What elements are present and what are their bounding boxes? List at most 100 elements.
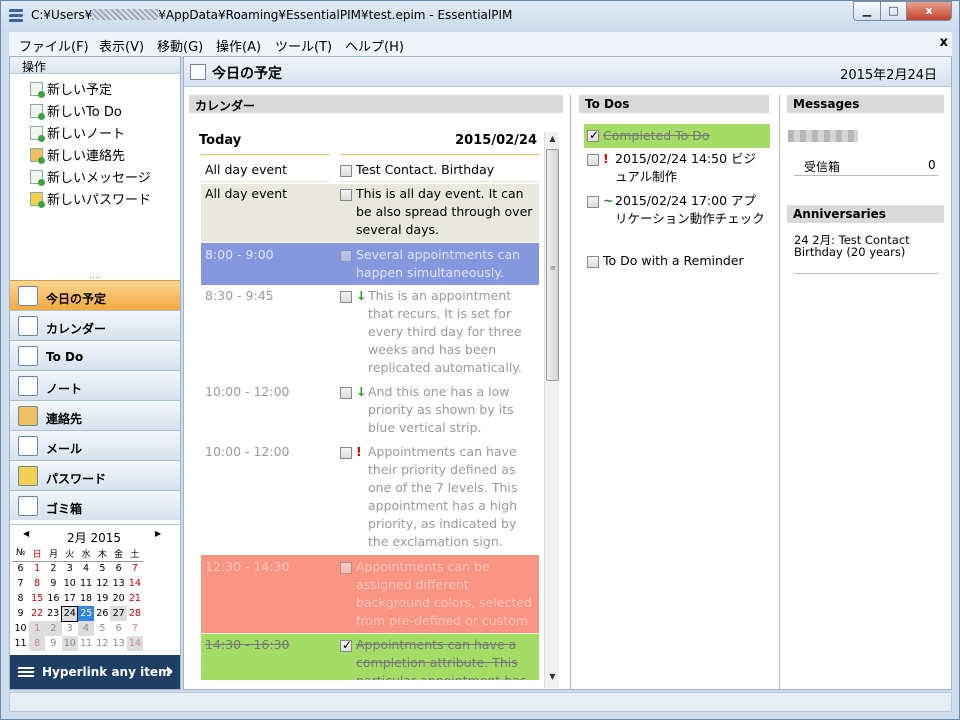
day-cell[interactable]: 14: [127, 576, 143, 591]
day-cell-selected[interactable]: 25: [77, 606, 95, 621]
day-cell-next-month[interactable]: 2: [45, 621, 62, 636]
hyperlink-button[interactable]: Hyperlink any item ›: [10, 655, 180, 689]
close-document-button[interactable]: x: [940, 35, 948, 50]
event-checkbox[interactable]: [340, 165, 352, 177]
calendar-event[interactable]: 8:00 - 9:00 Several appointments can hap…: [201, 243, 539, 285]
day-cell-next-month[interactable]: 7: [127, 621, 143, 636]
day-cell[interactable]: 16: [45, 591, 61, 606]
calendar-pane-header[interactable]: カレンダー: [189, 95, 563, 113]
day-cell[interactable]: 12: [94, 576, 110, 591]
prev-month-button[interactable]: ◀: [23, 529, 29, 538]
day-cell[interactable]: 18: [78, 591, 94, 606]
todo-item[interactable]: Completed To Do: [584, 124, 770, 148]
scroll-up-arrow-icon[interactable]: ▲: [545, 134, 560, 148]
day-cell[interactable]: 8: [29, 576, 45, 591]
day-cell[interactable]: 13: [110, 576, 126, 591]
menu-view[interactable]: 表示(V): [99, 36, 144, 55]
event-checkbox[interactable]: [340, 291, 352, 303]
day-cell[interactable]: 27: [110, 606, 127, 621]
calendar-scrollbar[interactable]: ▲ ≡ ▼: [544, 132, 559, 688]
messages-pane-header[interactable]: Messages: [787, 95, 944, 113]
calendar-event[interactable]: 10:00 - 12:00 ! Appointments can have th…: [201, 443, 539, 553]
nav-passwords[interactable]: パスワード: [10, 460, 180, 490]
menu-tools[interactable]: ツール(T): [275, 36, 332, 55]
new-password-action[interactable]: 新しいパスワード: [30, 189, 151, 209]
calendar-event[interactable]: All day event Test Contact. Birthday: [201, 161, 539, 183]
calendar-event[interactable]: 14:30 - 16:30 Appointments can have a co…: [201, 634, 539, 680]
event-checkbox[interactable]: [340, 562, 352, 574]
calendar-event[interactable]: 12:30 - 14:30 Appointments can be assign…: [201, 555, 539, 633]
event-checkbox[interactable]: [340, 387, 352, 399]
inbox-link[interactable]: 受信箱: [804, 158, 840, 175]
todos-pane-header[interactable]: To Dos: [579, 95, 769, 113]
day-cell-next-month[interactable]: 13: [110, 636, 126, 651]
day-cell[interactable]: 21: [127, 591, 143, 606]
nav-mail[interactable]: メール: [10, 430, 180, 460]
calendar-event[interactable]: 10:00 - 12:00 ↓ And this one has a low p…: [201, 383, 539, 439]
todo-item[interactable]: To Do with a Reminder: [584, 252, 770, 272]
anniversaries-header[interactable]: Anniversaries: [787, 205, 944, 223]
nav-contacts[interactable]: 連絡先: [10, 400, 180, 430]
day-cell[interactable]: 9: [45, 576, 61, 591]
new-todo-action[interactable]: 新しいTo Do: [30, 101, 122, 121]
event-checkbox[interactable]: [340, 250, 352, 262]
calendar-event[interactable]: 8:30 - 9:45 ↓ This is an appointment tha…: [201, 287, 539, 379]
scroll-down-arrow-icon[interactable]: ▼: [545, 672, 560, 686]
day-cell[interactable]: 2: [45, 561, 61, 576]
scroll-thumb[interactable]: ≡: [546, 149, 559, 381]
event-checkbox[interactable]: [340, 189, 352, 201]
mini-calendar-title[interactable]: 2月 2015: [67, 529, 121, 546]
new-note-action[interactable]: 新しいノート: [30, 123, 125, 143]
day-cell-next-month[interactable]: 6: [110, 621, 126, 636]
nav-today[interactable]: 今日の予定: [10, 280, 180, 310]
todo-checkbox[interactable]: [587, 196, 599, 208]
todo-checkbox[interactable]: [587, 256, 599, 268]
todo-item[interactable]: ~ 2015/02/24 17:00 アプリケーション動作チェック: [584, 192, 770, 248]
day-cell[interactable]: 1: [29, 561, 45, 576]
event-checkbox[interactable]: [340, 447, 352, 459]
menu-help[interactable]: ヘルプ(H): [345, 36, 404, 55]
day-cell[interactable]: 3: [62, 561, 78, 576]
day-cell-next-month[interactable]: 1: [29, 621, 46, 636]
day-cell[interactable]: 5: [94, 561, 110, 576]
nav-trash[interactable]: ゴミ箱: [10, 490, 180, 520]
essentialpim-app-icon[interactable]: [8, 9, 24, 22]
day-cell[interactable]: 19: [94, 591, 110, 606]
close-window-button[interactable]: x: [906, 1, 952, 21]
day-cell[interactable]: 17: [62, 591, 78, 606]
day-cell-next-month[interactable]: 14: [126, 636, 144, 651]
menu-actions[interactable]: 操作(A): [216, 36, 261, 55]
menu-file[interactable]: ファイル(F): [19, 36, 89, 55]
day-cell-next-month[interactable]: 5: [94, 621, 110, 636]
todo-item[interactable]: ! 2015/02/24 14:50 ビジュアル制作: [584, 150, 770, 188]
new-message-action[interactable]: 新しいメッセージ: [30, 167, 151, 187]
day-cell[interactable]: 10: [62, 576, 78, 591]
nav-notes[interactable]: ノート: [10, 370, 180, 400]
day-cell-next-month[interactable]: 10: [61, 636, 78, 651]
day-cell[interactable]: 4: [78, 561, 94, 576]
day-cell[interactable]: 28: [127, 606, 143, 621]
day-cell-next-month[interactable]: 9: [45, 636, 61, 651]
day-cell[interactable]: 6: [110, 561, 126, 576]
day-cell-next-month[interactable]: 3: [62, 621, 78, 636]
day-cell[interactable]: 11: [78, 576, 94, 591]
new-appointment-action[interactable]: 新しい予定: [30, 79, 112, 99]
day-cell[interactable]: 23: [45, 606, 61, 621]
day-cell[interactable]: 7: [127, 561, 143, 576]
day-cell-next-month[interactable]: 12: [94, 636, 110, 651]
todo-checkbox[interactable]: [587, 154, 599, 166]
day-cell-today[interactable]: 24: [61, 605, 79, 622]
minimize-button[interactable]: ▁: [853, 1, 881, 21]
day-cell[interactable]: 22: [29, 606, 45, 621]
todo-checkbox-checked[interactable]: [587, 126, 599, 144]
nav-calendar[interactable]: カレンダー: [10, 310, 180, 340]
day-cell[interactable]: 26: [94, 606, 110, 621]
day-cell-next-month[interactable]: 8: [29, 636, 46, 651]
maximize-button[interactable]: □: [880, 1, 907, 21]
next-month-button[interactable]: ▶: [155, 529, 161, 538]
new-contact-action[interactable]: 新しい連絡先: [30, 145, 125, 165]
day-cell[interactable]: 15: [29, 591, 45, 606]
day-cell[interactable]: 20: [110, 591, 126, 606]
day-cell-next-month[interactable]: 11: [78, 636, 94, 651]
event-checkbox-checked[interactable]: [340, 636, 352, 654]
